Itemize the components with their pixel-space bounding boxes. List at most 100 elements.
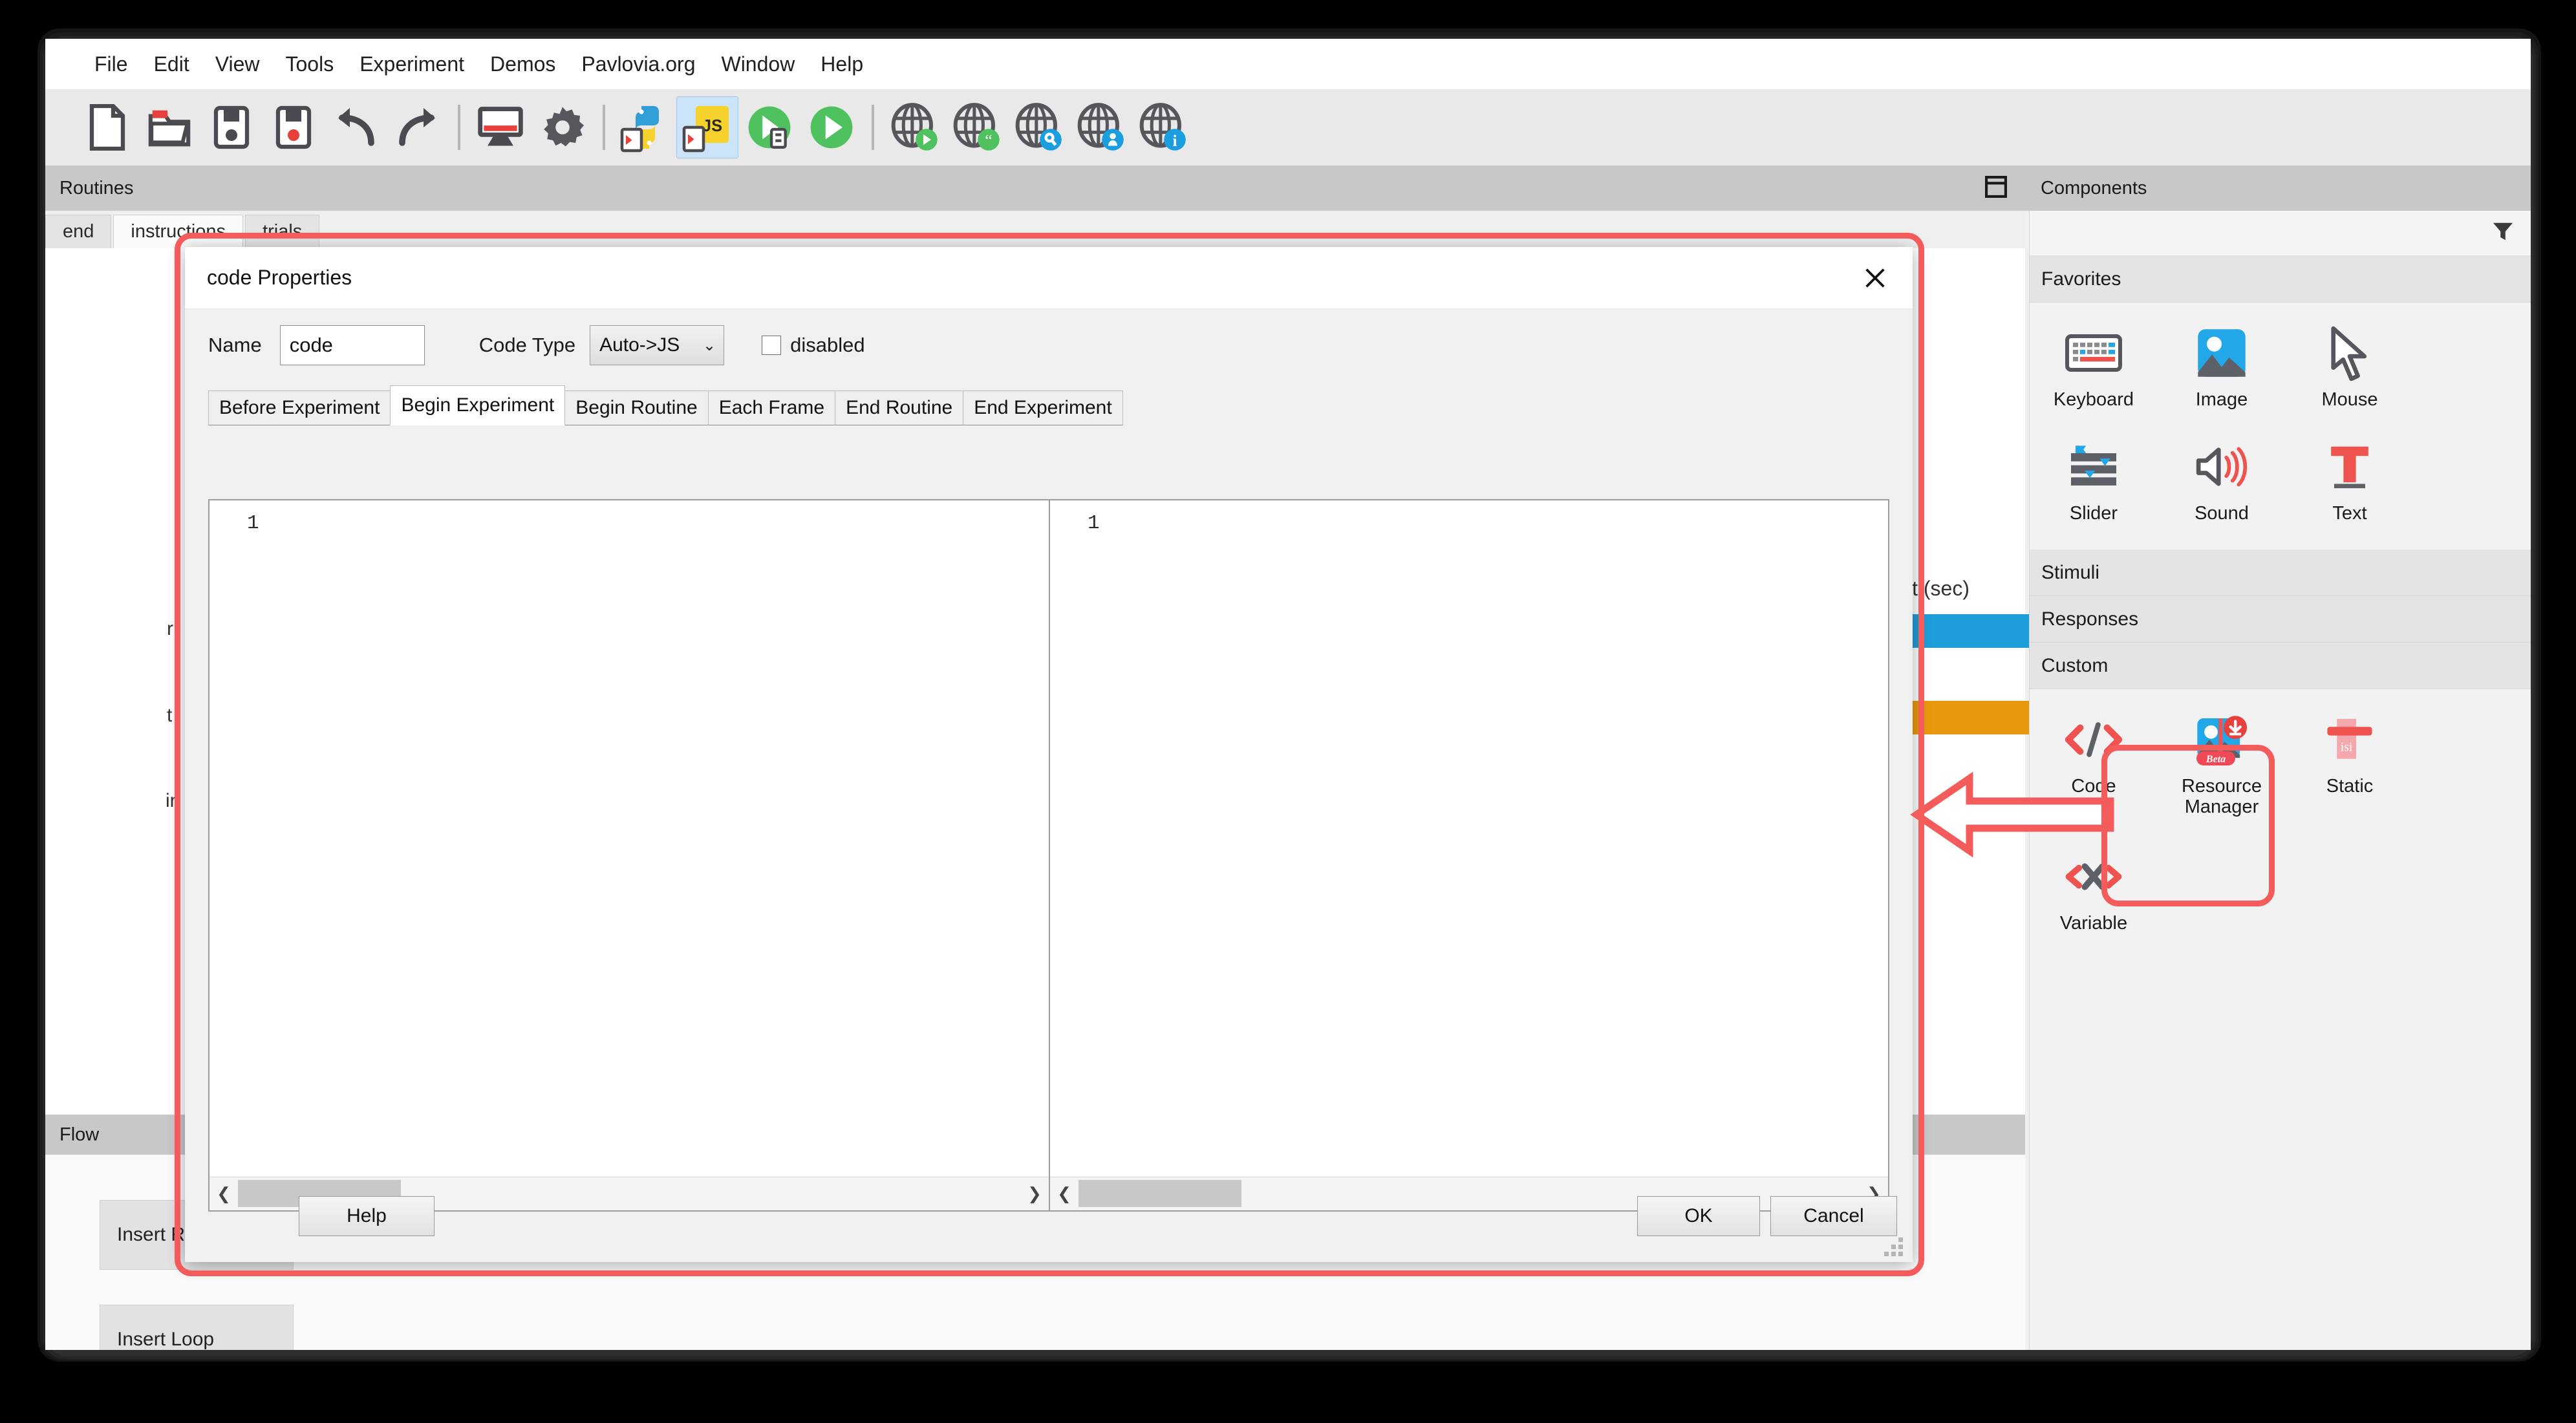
- components-section-favorites[interactable]: Favorites: [2030, 256, 2531, 303]
- menu-item-demos[interactable]: Demos: [477, 48, 568, 80]
- component-slider[interactable]: Slider: [2030, 427, 2158, 540]
- component-variable[interactable]: Variable: [2030, 837, 2158, 950]
- ok-button[interactable]: OK: [1637, 1196, 1760, 1236]
- component-code[interactable]: Code: [2030, 700, 2158, 837]
- filter-icon[interactable]: [2492, 220, 2514, 246]
- panel-header-bar: Routines Components: [45, 166, 2531, 211]
- svg-text:JS: JS: [702, 117, 722, 135]
- components-section-custom[interactable]: Custom: [2030, 643, 2531, 689]
- tab-each-frame[interactable]: Each Frame: [707, 391, 836, 425]
- components-section-responses[interactable]: Responses: [2030, 596, 2531, 643]
- python-line-number: 1: [247, 512, 259, 535]
- component-label: Code: [2071, 776, 2116, 797]
- code-type-select[interactable]: Auto->JS ⌄: [590, 325, 725, 365]
- pavlovia-user-icon[interactable]: [1069, 96, 1132, 158]
- dialog-footer: Help OK Cancel: [185, 1172, 1913, 1262]
- pavlovia-run-icon[interactable]: [883, 96, 945, 158]
- routine-tab-trials[interactable]: trials: [245, 215, 320, 248]
- menu-item-view[interactable]: View: [202, 48, 273, 80]
- component-label: Variable: [2059, 913, 2128, 934]
- pavlovia-sync-icon[interactable]: “: [945, 96, 1007, 158]
- compile-js-icon[interactable]: JS: [676, 96, 738, 158]
- keyboard-icon: [2064, 323, 2123, 383]
- components-grid-custom: Code Beta Resource Manager isi Static Va…: [2030, 689, 2531, 959]
- component-mouse[interactable]: Mouse: [2286, 313, 2414, 427]
- dialog-tab-strip: Before Experiment Begin Experiment Begin…: [208, 385, 1913, 425]
- menu-item-edit[interactable]: Edit: [141, 48, 202, 80]
- python-editor[interactable]: 1 ❮ ❯: [209, 500, 1049, 1210]
- component-label: Text: [2332, 503, 2367, 524]
- tab-before-experiment[interactable]: Before Experiment: [208, 391, 391, 425]
- toolbar: JS “ i: [45, 89, 2531, 166]
- name-label: Name: [208, 334, 262, 356]
- tab-end-experiment[interactable]: End Experiment: [963, 391, 1123, 425]
- components-filter-bar[interactable]: [2030, 211, 2531, 256]
- component-label: Sound: [2195, 503, 2249, 524]
- svg-text:i: i: [1172, 132, 1177, 150]
- javascript-editor[interactable]: 1 ❮ ❯: [1049, 500, 1888, 1210]
- save-icon[interactable]: [200, 96, 263, 158]
- components-grid-favorites: Keyboard Image Mouse Slider Sound Text: [2030, 303, 2531, 550]
- settings-gear-icon[interactable]: [531, 96, 594, 158]
- text-t-icon: [2320, 437, 2379, 497]
- menu-item-experiment[interactable]: Experiment: [347, 48, 477, 80]
- pavlovia-search-icon[interactable]: [1007, 96, 1069, 158]
- slider-icon: [2064, 437, 2123, 497]
- menu-item-file[interactable]: File: [81, 48, 141, 80]
- mouse-cursor-icon: [2320, 323, 2379, 383]
- disabled-checkbox[interactable]: [762, 336, 782, 355]
- javascript-editor-body[interactable]: 1: [1050, 500, 1888, 1177]
- components-section-stimuli[interactable]: Stimuli: [2030, 550, 2531, 596]
- routine-tab-end[interactable]: end: [45, 215, 112, 248]
- save-as-icon[interactable]: [263, 96, 325, 158]
- name-input[interactable]: code: [279, 325, 425, 365]
- insert-loop-button[interactable]: Insert Loop: [100, 1305, 294, 1350]
- cancel-button[interactable]: Cancel: [1770, 1196, 1897, 1236]
- component-label: Resource Manager: [2181, 776, 2262, 818]
- beta-badge: Beta: [2196, 749, 2236, 771]
- routine-tab-strip: end instructions trials: [45, 211, 2025, 248]
- timeline-axis-label: t (sec): [1912, 577, 1970, 600]
- compile-python-icon[interactable]: [614, 96, 676, 158]
- component-label: Static: [2326, 776, 2374, 797]
- component-image[interactable]: Image: [2158, 313, 2286, 427]
- routines-collapse-icon[interactable]: [1984, 175, 2025, 201]
- close-icon[interactable]: [1844, 247, 1906, 309]
- code-type-label: Code Type: [478, 334, 576, 356]
- code-type-value: Auto->JS: [599, 334, 680, 356]
- tab-begin-experiment[interactable]: Begin Experiment: [390, 385, 566, 425]
- component-keyboard[interactable]: Keyboard: [2030, 313, 2158, 427]
- help-button[interactable]: Help: [299, 1196, 435, 1236]
- tab-begin-routine[interactable]: Begin Routine: [564, 391, 709, 425]
- redo-icon[interactable]: [387, 96, 449, 158]
- routine-row-label: t: [167, 705, 173, 726]
- dialog-resize-grip[interactable]: [1884, 1237, 1904, 1257]
- undo-icon[interactable]: [325, 96, 387, 158]
- component-sound[interactable]: Sound: [2158, 427, 2286, 540]
- run-local-icon[interactable]: [738, 96, 800, 158]
- code-properties-dialog: code Properties Name code Code Type Auto…: [185, 247, 1913, 1262]
- components-panel-header: Components: [2029, 166, 2531, 211]
- pavlovia-info-icon[interactable]: i: [1132, 96, 1194, 158]
- tab-end-routine[interactable]: End Routine: [835, 391, 964, 425]
- new-file-icon[interactable]: [76, 96, 138, 158]
- components-panel: Favorites Keyboard Image Mouse Slider So…: [2029, 211, 2531, 1350]
- monitor-center-icon[interactable]: [469, 96, 531, 158]
- component-static[interactable]: isi Static: [2286, 700, 2414, 837]
- run-online-icon[interactable]: [800, 96, 863, 158]
- routine-row-label: in: [166, 790, 181, 811]
- routine-tab-instructions[interactable]: instructions: [113, 215, 244, 248]
- menu-item-tools[interactable]: Tools: [272, 48, 347, 80]
- component-label: Mouse: [2321, 389, 2378, 410]
- open-folder-icon[interactable]: [138, 96, 200, 158]
- menu-item-pavlovia[interactable]: Pavlovia.org: [568, 48, 708, 80]
- python-editor-body[interactable]: 1: [209, 500, 1049, 1177]
- disabled-checkbox-group[interactable]: disabled: [762, 334, 865, 357]
- component-label: Slider: [2069, 503, 2118, 524]
- dialog-code-editors: 1 ❮ ❯ 1 ❮ ❯: [208, 499, 1889, 1212]
- component-text[interactable]: Text: [2286, 427, 2414, 540]
- component-resource-manager[interactable]: Beta Resource Manager: [2158, 700, 2286, 837]
- menu-item-window[interactable]: Window: [708, 48, 808, 80]
- toolbar-separator: [603, 105, 605, 150]
- menu-item-help[interactable]: Help: [808, 48, 876, 80]
